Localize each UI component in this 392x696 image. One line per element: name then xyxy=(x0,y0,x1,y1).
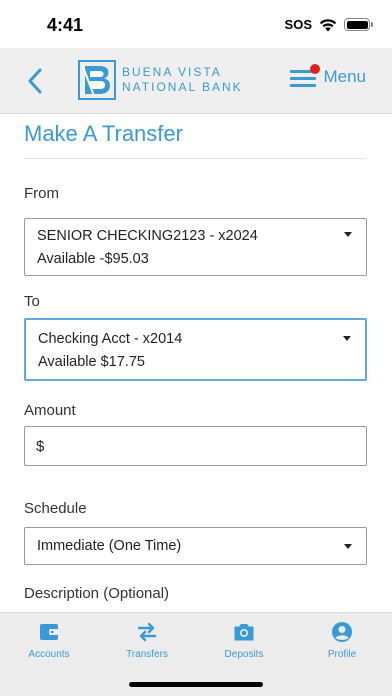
to-account-available: Available $17.75 xyxy=(38,354,145,370)
title-divider xyxy=(24,158,366,159)
amount-field[interactable]: $ xyxy=(24,426,367,466)
sos-indicator: SOS xyxy=(284,17,312,32)
status-icons: SOS xyxy=(284,17,373,32)
from-label: From xyxy=(24,185,59,202)
bank-name-line2: NATIONAL BANK xyxy=(122,80,243,94)
tab-profile[interactable]: Profile xyxy=(307,621,377,660)
tab-transfers[interactable]: Transfers xyxy=(112,621,182,660)
tab-deposits[interactable]: Deposits xyxy=(209,621,279,660)
menu-label: Menu xyxy=(323,67,366,86)
status-time: 4:41 xyxy=(47,15,84,35)
page-title: Make A Transfer xyxy=(24,121,183,146)
transfer-arrows-icon xyxy=(137,622,157,642)
tab-label: Profile xyxy=(327,649,357,660)
camera-icon xyxy=(234,624,254,641)
from-account-select[interactable]: SENIOR CHECKING2123 - x2024 Available -$… xyxy=(24,218,367,276)
bank-name-line1: BUENA VISTA xyxy=(122,65,222,79)
chevron-left-icon xyxy=(28,68,42,94)
amount-label: Amount xyxy=(24,402,76,419)
wifi-icon xyxy=(319,18,337,31)
to-account-name: Checking Acct - x2014 xyxy=(38,331,183,347)
amount-input[interactable] xyxy=(51,431,351,461)
caret-down-icon xyxy=(343,336,351,341)
to-label: To xyxy=(24,293,40,310)
schedule-select[interactable]: Immediate (One Time) xyxy=(24,527,367,565)
notification-badge xyxy=(310,64,321,74)
app-header: BUENA VISTA NATIONAL BANK Menu xyxy=(0,48,392,114)
from-account-name: SENIOR CHECKING2123 - x2024 xyxy=(37,228,258,244)
status-bar: 4:41 SOS xyxy=(0,0,392,48)
bank-name: BUENA VISTA NATIONAL BANK xyxy=(122,65,243,95)
tab-label: Deposits xyxy=(224,649,264,660)
caret-down-icon xyxy=(344,232,352,237)
to-account-select[interactable]: Checking Acct - x2014 Available $17.75 xyxy=(24,318,367,381)
schedule-value: Immediate (One Time) xyxy=(37,538,182,554)
currency-prefix: $ xyxy=(36,438,45,455)
hamburger-icon xyxy=(290,64,321,88)
schedule-label: Schedule xyxy=(24,500,87,517)
tab-label: Accounts xyxy=(28,649,70,660)
bank-logo: BUENA VISTA NATIONAL BANK xyxy=(78,60,243,100)
battery-icon xyxy=(344,18,373,31)
description-label: Description (Optional) xyxy=(24,585,170,602)
tab-label: Transfers xyxy=(126,649,168,660)
wallet-icon xyxy=(40,624,58,640)
user-icon xyxy=(332,622,352,642)
bank-logo-mark xyxy=(78,60,116,100)
home-indicator xyxy=(129,682,263,687)
menu-button[interactable]: Menu xyxy=(290,64,366,88)
back-button[interactable] xyxy=(20,64,50,98)
tab-accounts[interactable]: Accounts xyxy=(14,621,84,660)
from-account-available: Available -$95.03 xyxy=(37,251,149,267)
caret-down-icon xyxy=(344,544,352,549)
